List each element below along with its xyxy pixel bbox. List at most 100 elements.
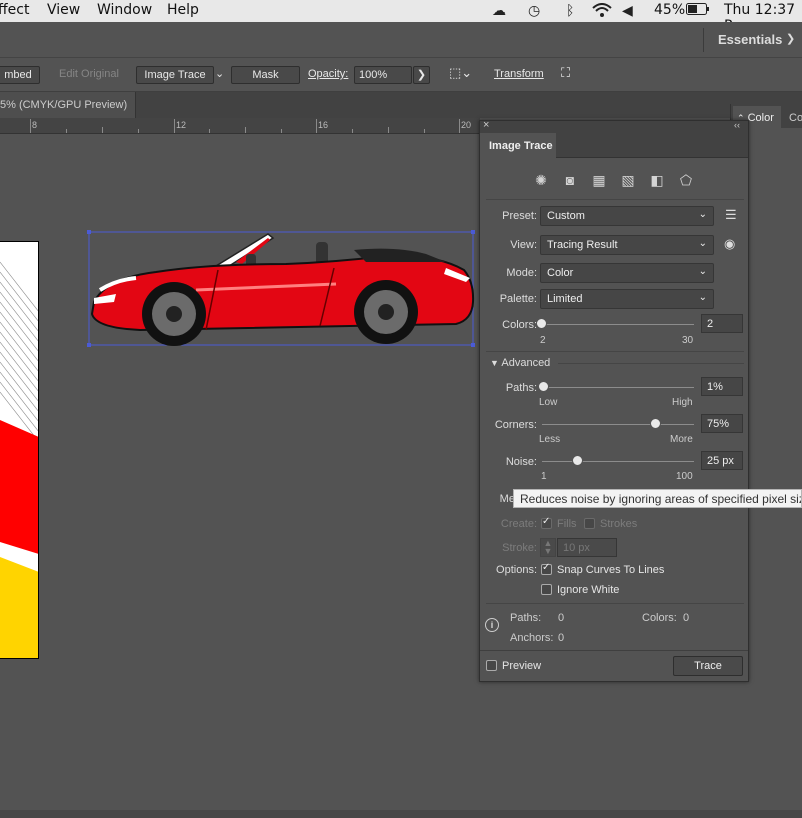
noise-input[interactable]: 25 px [701,451,743,470]
ruler-tick [388,127,389,133]
corners-slider-knob[interactable] [650,418,661,429]
menu-window[interactable]: Window [97,2,152,18]
view-dropdown[interactable]: Tracing Result ⌄ [540,235,714,255]
corners-input[interactable]: 75% [701,414,743,433]
preview-checkbox[interactable] [486,660,497,671]
high-color-icon[interactable]: ◙ [562,173,578,187]
corners-max-label: More [670,434,693,445]
volume-icon[interactable]: ◀ [622,3,633,19]
auto-color-icon[interactable]: ✺ [533,173,549,187]
divider [480,650,748,651]
colors-slider-track[interactable] [542,324,694,325]
colors-label: Colors: [502,319,537,331]
paths-min-label: Low [539,397,558,408]
transform-link[interactable]: Transform [494,68,544,80]
creative-cloud-icon[interactable]: ☁ [492,3,506,19]
time-machine-icon[interactable]: ◷ [528,3,540,19]
eye-icon[interactable]: ◉ [724,236,735,252]
car-artwork[interactable] [86,228,478,350]
mask-button[interactable]: Mask [231,66,300,84]
scrollbar[interactable] [0,810,802,818]
preset-dropdown[interactable]: Custom ⌄ [540,206,714,226]
corners-slider-track[interactable] [542,424,694,425]
menu-effect[interactable]: ffect [0,2,29,18]
close-icon[interactable]: × [483,119,489,131]
stroke-input: 10 px [557,538,617,557]
panel-titlebar[interactable]: × ‹‹ [480,119,748,133]
trace-button[interactable]: Trace [673,656,743,676]
chevron-down-icon: ⌄ [698,292,707,303]
noise-max-label: 100 [676,471,693,482]
opacity-arrow-icon[interactable]: ❯ [413,66,430,84]
ignore-white-checkbox[interactable] [541,584,552,595]
triangle-down-icon: ▼ [490,358,499,368]
ruler-label: 20 [461,120,472,130]
colors-slider-knob[interactable] [536,318,547,329]
paths-label: Paths: [505,382,537,394]
opacity-input[interactable]: 100% [354,66,412,84]
embed-button[interactable]: mbed [0,66,40,84]
menu-view[interactable]: View [47,2,80,18]
colors-input[interactable]: 2 [701,314,743,333]
collapse-panel-icon[interactable]: ‹‹ [734,120,740,130]
paths-max-label: High [672,397,693,408]
opacity-label[interactable]: Opacity: [308,68,348,80]
image-trace-tab[interactable]: Image Trace [480,133,556,158]
strokes-checkbox [584,518,595,529]
isolate-icon[interactable]: ⛶ [561,65,570,81]
noise-slider-knob[interactable] [572,455,584,466]
mode-value: Color [547,267,574,279]
preset-label: Preset: [502,210,537,222]
corners-label: Corners: [494,419,537,431]
document-tab-bar: 5% (CMYK/GPU Preview) [0,92,802,118]
workspace-switcher[interactable]: Essentials [718,32,782,47]
stat-colors-value: 0 [683,612,690,624]
paths-input[interactable]: 1% [701,377,743,396]
battery-icon[interactable] [686,3,710,19]
bluetooth-icon[interactable]: ᛒ [566,3,574,19]
menu-help[interactable]: Help [167,2,199,18]
ruler-tick [424,129,425,133]
noise-slider-track[interactable] [542,461,694,462]
ruler-label: 8 [32,120,38,130]
noise-min-label: 1 [541,471,547,482]
color-guide-tab[interactable]: Co [789,112,802,124]
preset-value: Custom [547,210,585,222]
ruler-tick [138,129,139,133]
mode-dropdown[interactable]: Color ⌄ [540,263,714,283]
grayscale-icon[interactable]: ▧ [620,173,636,187]
fills-label: Fills [557,518,577,530]
snap-curves-checkbox[interactable] [541,562,552,575]
ruler-tick [281,129,282,133]
view-label: View: [510,239,537,251]
document-tab[interactable]: 5% (CMYK/GPU Preview) [0,92,136,118]
ignore-white-label: Ignore White [557,584,620,596]
align-icon[interactable]: ⬚⌄ [449,65,472,81]
appbar-divider [703,28,704,52]
wifi-icon[interactable] [592,3,612,21]
outline-icon[interactable]: ⬠ [678,173,694,187]
palette-label: Palette: [499,293,537,305]
preset-menu-icon[interactable]: ☰ [725,207,737,223]
mac-menubar: ffect View Window Help ☁ ◷ ᛒ ◀ 45% Thu 1… [0,0,802,34]
paths-slider-track[interactable] [542,387,694,388]
strokes-label: Strokes [600,518,638,530]
chevron-down-icon[interactable]: ❯ [786,32,795,45]
stat-paths-label: Paths: [510,612,542,624]
edit-original-button: Edit Original [59,68,119,80]
palette-dropdown[interactable]: Limited ⌄ [540,289,714,309]
low-color-icon[interactable]: ▦ [591,173,607,187]
image-trace-dropdown-chevron-icon[interactable]: ⌄ [215,67,224,80]
stroke-label: Stroke: [502,542,537,554]
black-and-white-icon[interactable]: ◧ [649,173,665,187]
paths-slider-knob[interactable] [537,381,549,392]
artboard[interactable] [0,241,39,659]
preview-label: Preview [502,660,542,672]
advanced-toggle[interactable]: ▼ Advanced [490,357,550,369]
ruler-tick [102,127,103,133]
chevron-down-icon: ⌄ [698,209,707,220]
image-trace-button[interactable]: Image Trace [136,66,214,84]
colors-min-label: 2 [540,335,546,346]
noise-tooltip: Reduces noise by ignoring areas of speci… [513,489,802,508]
stat-anchors-value: 0 [558,632,565,644]
